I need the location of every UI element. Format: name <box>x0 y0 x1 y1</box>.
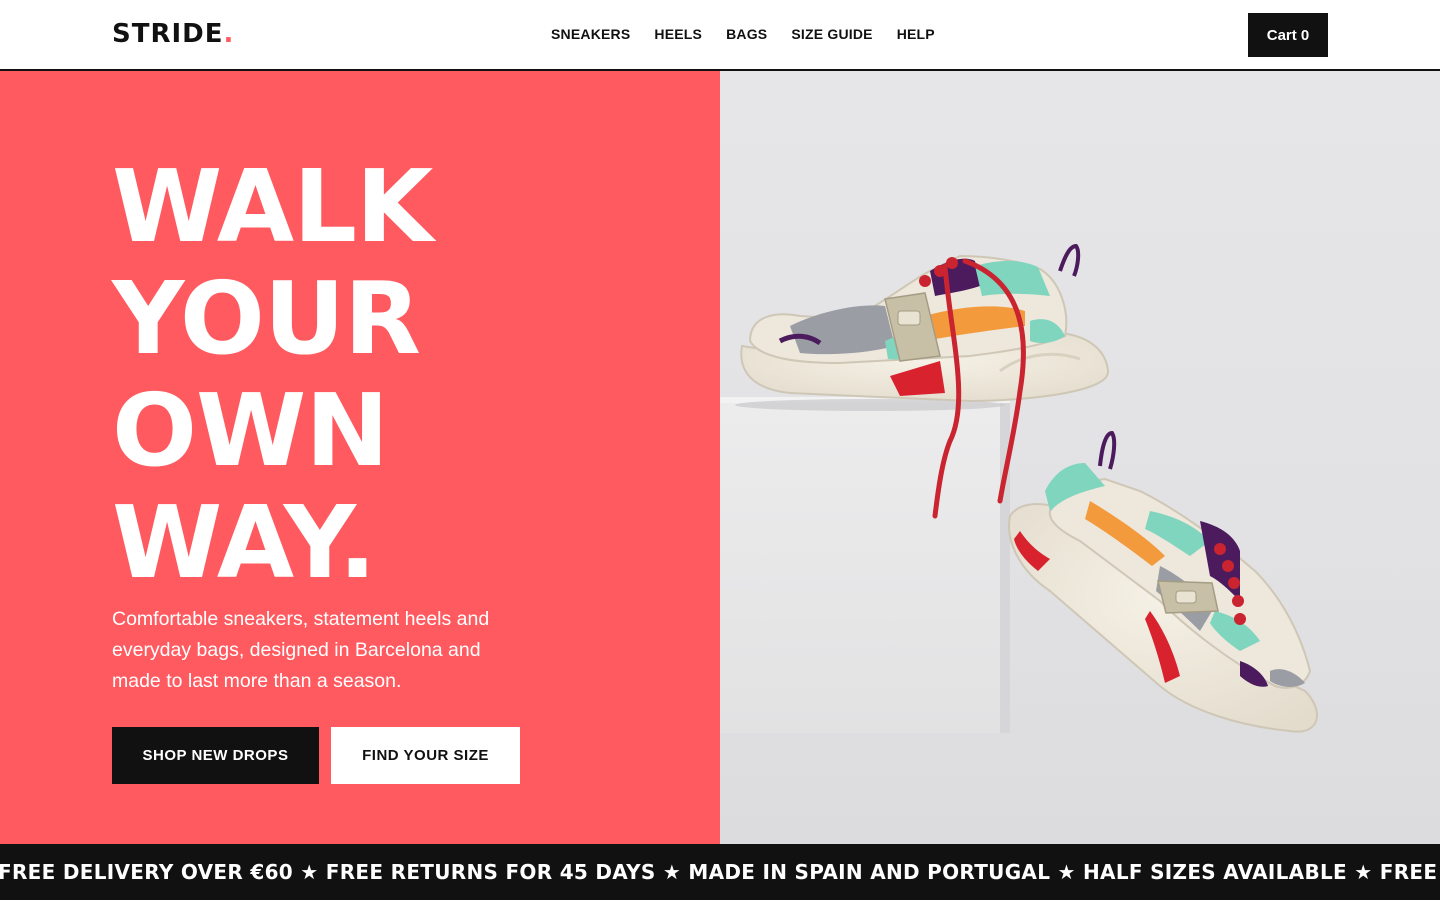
hero-headline: WALK YOUR OWN WAY. <box>112 148 433 601</box>
hero-subtext: Comfortable sneakers, statement heels an… <box>112 608 490 692</box>
hero-text-panel: WALK YOUR OWN WAY. Comfortable sneakers,… <box>0 71 720 844</box>
nav-link-sneakers[interactable]: SNEAKERS <box>551 25 630 43</box>
cart-button[interactable]: Cart 0 <box>1248 13 1328 57</box>
hero-image <box>720 71 1440 844</box>
hero-headline-line: WALK <box>112 148 433 265</box>
shop-new-drops-button[interactable]: SHOP NEW DROPS <box>112 727 319 784</box>
ticker-text: FREE DELIVERY OVER €60 ★ FREE RETURNS FO… <box>0 860 1440 884</box>
sneakers-photo-icon <box>720 243 1318 733</box>
nav-link-heels[interactable]: HEELS <box>654 25 702 43</box>
pedestal-box <box>720 401 1008 733</box>
hero-headline-line: YOUR <box>112 260 421 377</box>
hero-headline-line: WAY. <box>112 484 376 601</box>
nav-link-bags[interactable]: BAGS <box>726 25 767 43</box>
announcement-ticker: FREE DELIVERY OVER €60 ★ FREE RETURNS FO… <box>0 844 1440 900</box>
nav-link-size-guide[interactable]: SIZE GUIDE <box>791 25 872 43</box>
find-your-size-button[interactable]: FIND YOUR SIZE <box>331 727 520 784</box>
site-header: STRIDE. SNEAKERS HEELS BAGS SIZE GUIDE H… <box>0 0 1440 71</box>
hero-headline-line: OWN <box>112 372 389 489</box>
brand-logo[interactable]: STRIDE. <box>112 19 234 49</box>
main-nav: SNEAKERS HEELS BAGS SIZE GUIDE HELP <box>551 25 935 43</box>
brand-logo-text: STRIDE <box>112 19 224 49</box>
bottom-sneaker <box>1008 430 1318 733</box>
nav-link-help[interactable]: HELP <box>897 25 935 43</box>
brand-logo-dot: . <box>223 19 235 49</box>
